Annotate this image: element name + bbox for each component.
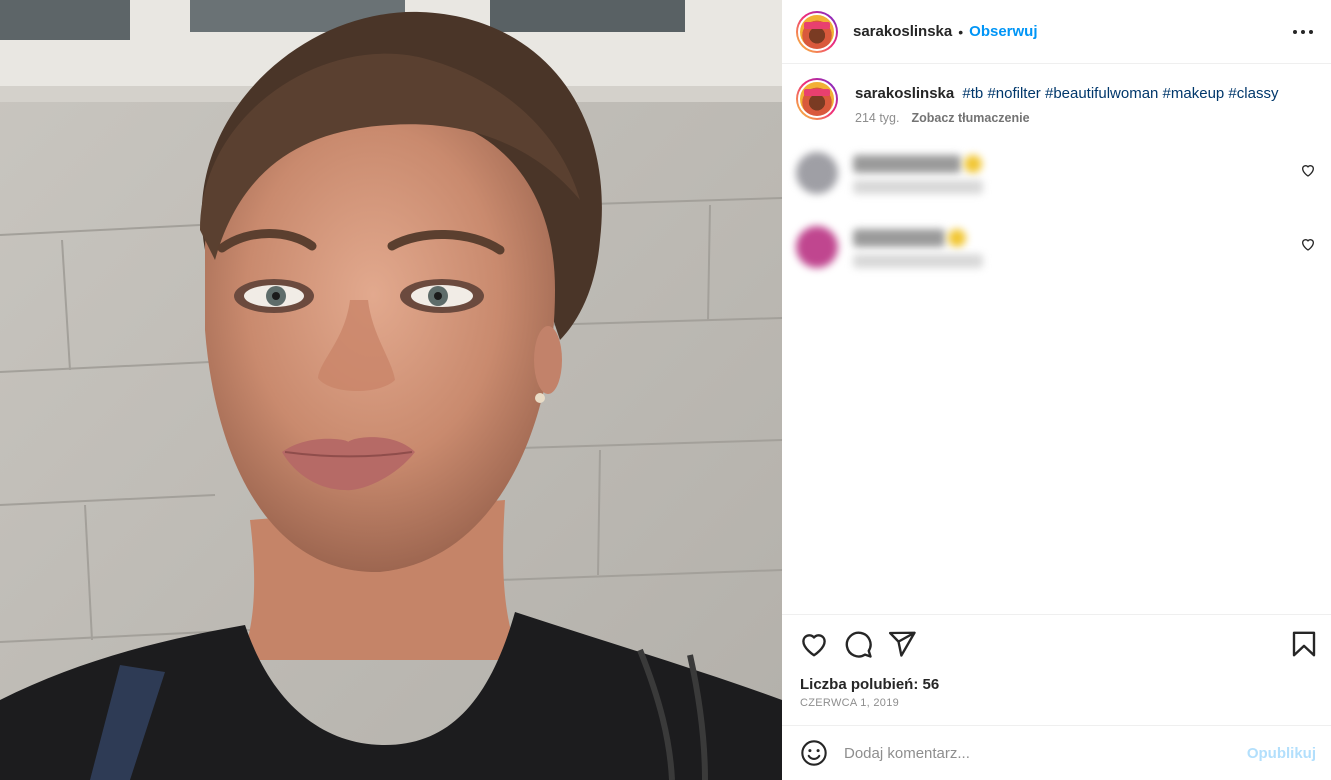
commenter-avatar[interactable] (796, 152, 838, 194)
comment-item (796, 152, 1316, 208)
commenter-username[interactable] (853, 229, 945, 247)
author-username[interactable]: sarakoslinska (853, 23, 952, 40)
selfie-image (0, 0, 782, 780)
follow-button[interactable]: Obserwuj (969, 23, 1037, 40)
caption-hashtags[interactable]: #tb #nofilter #beautifulwoman #makeup #c… (962, 85, 1278, 102)
bookmark-icon[interactable] (1289, 629, 1319, 659)
post-date[interactable]: CZERWCA 1, 2019 (800, 697, 899, 709)
caption-username[interactable]: sarakoslinska (855, 85, 954, 102)
comment-item (796, 226, 1316, 282)
caption-author-avatar[interactable] (796, 78, 838, 120)
comment-emoji (964, 155, 982, 173)
post-header: sarakoslinska • Obserwuj (782, 0, 1331, 64)
emoji-icon[interactable] (800, 739, 828, 767)
commenter-avatar[interactable] (796, 226, 838, 268)
heart-outline-icon[interactable] (1300, 162, 1316, 178)
comment-meta (853, 254, 983, 268)
comment-icon[interactable] (843, 629, 873, 659)
comment-emoji (948, 229, 966, 247)
post-comment-button[interactable]: Opublikuj (1247, 745, 1316, 762)
like-heart-icon[interactable] (799, 629, 829, 659)
post-caption: sarakoslinska #tb #nofilter #beautifulwo… (796, 78, 1316, 125)
caption-age[interactable]: 214 tyg. (855, 111, 899, 125)
comment-input[interactable] (844, 744, 1224, 762)
share-icon[interactable] (887, 629, 917, 659)
comment-meta (853, 180, 983, 194)
author-avatar[interactable] (796, 10, 838, 53)
commenter-username[interactable] (853, 155, 961, 173)
comment-composer: Opublikuj (782, 725, 1331, 780)
likes-count[interactable]: Liczba polubień: 56 (800, 676, 939, 693)
heart-outline-icon[interactable] (1300, 236, 1316, 252)
see-translation-button[interactable]: Zobacz tłumaczenie (911, 111, 1029, 125)
post-photo[interactable] (0, 0, 782, 780)
more-options-icon[interactable] (1293, 22, 1313, 42)
post-sidebar: sarakoslinska • Obserwuj sarakoslinska #… (782, 0, 1331, 780)
separator-dot: • (958, 23, 964, 40)
action-bar (782, 614, 1331, 670)
